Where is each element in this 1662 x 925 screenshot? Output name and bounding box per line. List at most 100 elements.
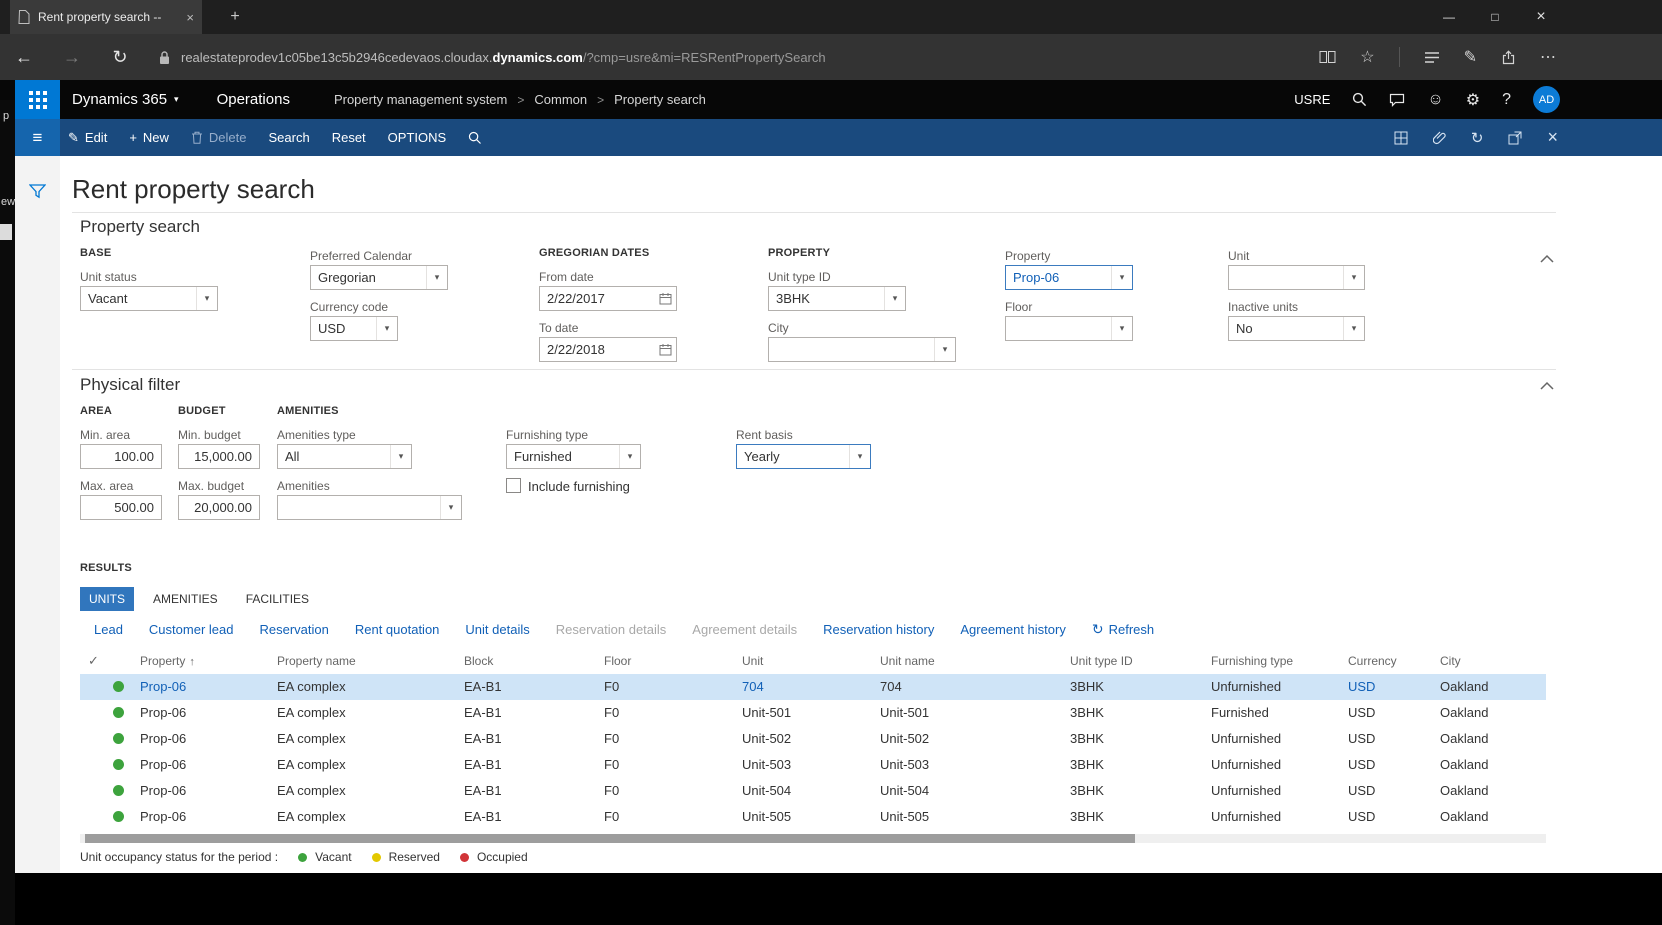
breadcrumb-item-page[interactable]: Property search <box>614 92 706 107</box>
column-header-furnishing-type[interactable]: Furnishing type <box>1211 650 1293 672</box>
table-row[interactable]: Prop-06 EA complex EA-B1 F0 Unit-505 Uni… <box>80 804 1546 830</box>
action-pane-search-icon[interactable] <box>468 131 482 145</box>
property-select[interactable]: Prop-06 ▾ <box>1005 265 1133 290</box>
breadcrumb-item-module[interactable]: Property management system <box>334 92 507 107</box>
currency-code-select[interactable]: USD ▾ <box>310 316 398 341</box>
table-row[interactable]: Prop-06 EA complex EA-B1 F0 Unit-503 Uni… <box>80 752 1546 778</box>
help-icon[interactable]: ? <box>1502 91 1511 109</box>
floor-select[interactable]: ▾ <box>1005 316 1133 341</box>
page-refresh-icon[interactable]: ↻ <box>96 34 144 80</box>
column-header-block[interactable]: Block <box>464 650 493 672</box>
web-note-icon[interactable]: ✎ <box>1464 47 1477 67</box>
select-all-check-icon[interactable]: ✓ <box>88 650 99 672</box>
lead-link[interactable]: Lead <box>94 622 123 637</box>
refresh-icon[interactable]: ↻ <box>1471 129 1484 147</box>
table-row[interactable]: Prop-06 EA complex EA-B1 F0 704 704 3BHK… <box>80 674 1546 700</box>
rent-basis-select[interactable]: Yearly ▾ <box>736 444 871 469</box>
scrollbar-thumb[interactable] <box>85 834 1135 843</box>
reading-view-icon[interactable] <box>1319 50 1336 64</box>
preferred-calendar-select[interactable]: Gregorian ▾ <box>310 265 448 290</box>
reset-button[interactable]: Reset <box>332 130 366 145</box>
edit-button[interactable]: ✎ Edit <box>68 130 107 146</box>
max-budget-input[interactable]: 20,000.00 <box>178 495 260 520</box>
table-row[interactable]: Prop-06 EA complex EA-B1 F0 Unit-502 Uni… <box>80 726 1546 752</box>
column-header-property[interactable]: Property↑ <box>140 650 195 673</box>
table-row[interactable]: Prop-06 EA complex EA-B1 F0 Unit-501 Uni… <box>80 700 1546 726</box>
column-header-unit-type-id[interactable]: Unit type ID <box>1070 650 1133 672</box>
include-furnishing-checkbox[interactable] <box>506 478 521 493</box>
browser-tab[interactable]: Rent property search -- × <box>10 0 202 34</box>
attachments-icon[interactable] <box>1433 131 1446 145</box>
amenities-select[interactable]: ▾ <box>277 495 462 520</box>
customer-lead-link[interactable]: Customer lead <box>149 622 234 637</box>
app-chevron-down-icon[interactable]: ▾ <box>174 94 179 105</box>
cell-unit[interactable]: 704 <box>742 674 764 700</box>
forward-icon[interactable]: → <box>48 34 96 80</box>
favorites-icon[interactable]: ☆ <box>1360 47 1374 67</box>
unit-type-id-select[interactable]: 3BHK ▾ <box>768 286 906 311</box>
city-select[interactable]: ▾ <box>768 337 956 362</box>
agreement-history-link[interactable]: Agreement history <box>960 622 1066 637</box>
column-header-property-name[interactable]: Property name <box>277 650 356 672</box>
column-header-city[interactable]: City <box>1440 650 1461 672</box>
cell-property[interactable]: Prop-06 <box>140 674 186 700</box>
tab-amenities[interactable]: AMENITIES <box>144 587 227 611</box>
refresh-grid-link[interactable]: ↻ Refresh <box>1092 621 1154 638</box>
max-area-input[interactable]: 500.00 <box>80 495 162 520</box>
breadcrumb-item-common[interactable]: Common <box>534 92 587 107</box>
window-minimize-icon[interactable]: — <box>1426 0 1472 34</box>
hamburger-icon[interactable]: ≡ <box>15 119 60 156</box>
min-budget-input[interactable]: 15,000.00 <box>178 444 260 469</box>
reservation-link[interactable]: Reservation <box>259 622 328 637</box>
messages-icon[interactable] <box>1389 93 1405 107</box>
calendar-icon[interactable] <box>654 292 676 305</box>
settings-gear-icon[interactable]: ⚙ <box>1466 90 1480 110</box>
hub-icon[interactable] <box>1424 51 1440 64</box>
table-row[interactable]: Prop-06 EA complex EA-B1 F0 Unit-504 Uni… <box>80 778 1546 804</box>
unit-status-select[interactable]: Vacant ▾ <box>80 286 218 311</box>
inactive-units-select[interactable]: No ▾ <box>1228 316 1365 341</box>
horizontal-scrollbar[interactable] <box>80 834 1546 843</box>
rent-quotation-link[interactable]: Rent quotation <box>355 622 440 637</box>
avatar[interactable]: AD <box>1533 86 1560 113</box>
section-header-physical-filter[interactable]: Physical filter <box>80 375 180 395</box>
amenities-type-select[interactable]: All ▾ <box>277 444 412 469</box>
tab-facilities[interactable]: FACILITIES <box>237 587 318 611</box>
from-date-input[interactable]: 2/22/2017 <box>539 286 677 311</box>
share-icon[interactable] <box>1501 50 1516 65</box>
column-header-floor[interactable]: Floor <box>604 650 631 672</box>
window-maximize-icon[interactable]: □ <box>1472 0 1518 34</box>
collapse-property-search-icon[interactable] <box>1540 251 1554 269</box>
back-icon[interactable]: ← <box>0 34 48 80</box>
search-icon[interactable] <box>1352 92 1367 107</box>
reservation-history-link[interactable]: Reservation history <box>823 622 934 637</box>
min-area-input[interactable]: 100.00 <box>80 444 162 469</box>
column-header-currency[interactable]: Currency <box>1348 650 1397 672</box>
company-selector[interactable]: USRE <box>1294 92 1330 107</box>
to-date-input[interactable]: 2/22/2018 <box>539 337 677 362</box>
search-button[interactable]: Search <box>269 130 310 145</box>
column-header-unit[interactable]: Unit <box>742 650 763 672</box>
feedback-smiley-icon[interactable]: ☺ <box>1427 91 1443 109</box>
collapse-physical-filter-icon[interactable] <box>1540 378 1554 396</box>
options-tab[interactable]: OPTIONS <box>388 130 447 145</box>
section-header-property-search[interactable]: Property search <box>80 217 200 237</box>
new-button[interactable]: + New <box>129 130 169 145</box>
tab-close-icon[interactable]: × <box>186 10 194 25</box>
calendar-icon[interactable] <box>654 343 676 356</box>
column-header-unit-name[interactable]: Unit name <box>880 650 935 672</box>
unit-details-link[interactable]: Unit details <box>465 622 529 637</box>
cell-currency[interactable]: USD <box>1348 674 1375 700</box>
new-tab-button[interactable]: + <box>220 0 250 34</box>
open-in-office-icon[interactable] <box>1394 131 1408 145</box>
more-icon[interactable]: ⋯ <box>1540 47 1556 67</box>
close-icon[interactable]: × <box>1547 127 1558 148</box>
tab-units[interactable]: UNITS <box>80 587 134 611</box>
app-name[interactable]: Dynamics 365 <box>72 91 167 108</box>
open-in-new-window-icon[interactable] <box>1508 131 1522 145</box>
furnishing-type-select[interactable]: Furnished ▾ <box>506 444 641 469</box>
waffle-icon[interactable] <box>15 80 60 119</box>
url-field[interactable]: realestateprodev1c05be13c5b2946cedevaos.… <box>181 50 826 65</box>
unit-select[interactable]: ▾ <box>1228 265 1365 290</box>
window-close-icon[interactable]: × <box>1518 0 1564 34</box>
